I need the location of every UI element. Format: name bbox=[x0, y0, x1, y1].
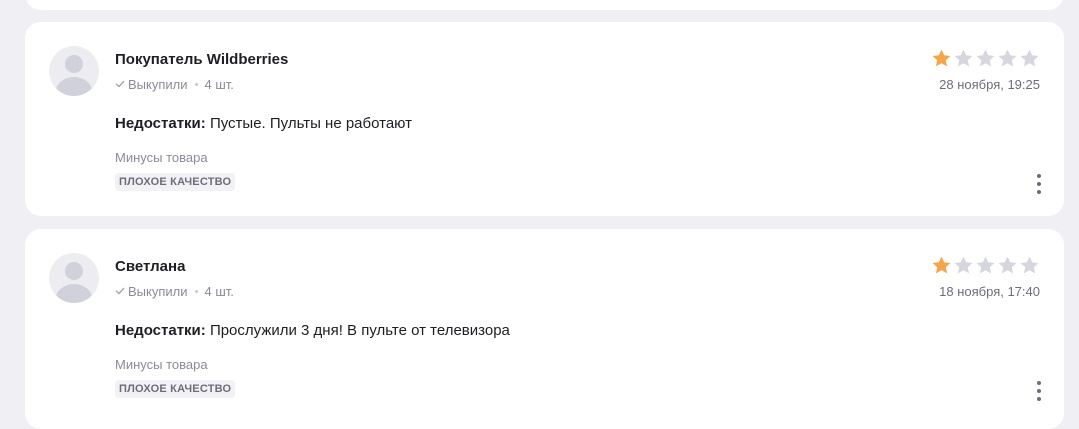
product-cons-label: Минусы товара bbox=[115, 150, 208, 165]
review-meta: Выкупили 4 шт. bbox=[115, 77, 234, 92]
purchased-label: Выкупили bbox=[128, 284, 188, 299]
star-empty-icon bbox=[998, 256, 1017, 274]
purchase-quantity: 4 шт. bbox=[204, 284, 234, 299]
more-dot bbox=[1037, 389, 1041, 393]
avatar-body-shape bbox=[56, 77, 92, 96]
review-author[interactable]: Покупатель Wildberries bbox=[115, 51, 288, 68]
more-dot bbox=[1037, 381, 1041, 385]
review-cons: Недостатки: Прослужили 3 дня! В пульте о… bbox=[115, 322, 510, 339]
more-vertical-icon[interactable] bbox=[1031, 172, 1047, 196]
star-empty-icon bbox=[998, 49, 1017, 67]
purchase-quantity: 4 шт. bbox=[204, 77, 234, 92]
star-empty-icon bbox=[1020, 256, 1039, 274]
avatar-head-shape bbox=[65, 55, 83, 73]
more-dot bbox=[1037, 182, 1041, 186]
separator-dot bbox=[194, 290, 198, 293]
avatar-body-shape bbox=[56, 284, 92, 303]
cons-text: Прослужили 3 дня! В пульте от телевизора bbox=[209, 322, 510, 339]
review-meta: Выкупили 4 шт. bbox=[115, 284, 234, 299]
star-filled-icon bbox=[932, 256, 951, 274]
star-empty-icon bbox=[976, 256, 995, 274]
cons-text: Пустые. Пульты не работают bbox=[209, 115, 412, 132]
more-vertical-icon[interactable] bbox=[1031, 379, 1047, 403]
more-dot bbox=[1037, 190, 1041, 194]
review-cons: Недостатки: Пустые. Пульты не работают bbox=[115, 115, 412, 132]
review-card: Покупатель Wildberries Выкупили 4 шт. 28… bbox=[25, 22, 1064, 216]
review-date: 28 ноября, 19:25 bbox=[939, 77, 1040, 92]
avatar-placeholder-icon[interactable] bbox=[49, 46, 99, 96]
star-empty-icon bbox=[954, 49, 973, 67]
purchased-label: Выкупили bbox=[128, 77, 188, 92]
avatar-head-shape bbox=[65, 262, 83, 280]
star-empty-icon bbox=[1020, 49, 1039, 67]
cons-tag: ПЛОХОЕ КАЧЕСТВО bbox=[115, 380, 236, 398]
review-date: 18 ноября, 17:40 bbox=[939, 284, 1040, 299]
star-filled-icon bbox=[932, 49, 951, 67]
cons-title: Недостатки: bbox=[115, 115, 206, 132]
product-cons-label: Минусы товара bbox=[115, 357, 208, 372]
cons-tag: ПЛОХОЕ КАЧЕСТВО bbox=[115, 173, 236, 191]
review-card: Светлана Выкупили 4 шт. 18 ноября, 17:40… bbox=[25, 229, 1064, 429]
more-dot bbox=[1037, 397, 1041, 401]
more-dot bbox=[1037, 174, 1041, 178]
star-empty-icon bbox=[976, 49, 995, 67]
check-icon bbox=[115, 287, 125, 294]
separator-dot bbox=[194, 83, 198, 86]
rating-stars bbox=[931, 255, 1040, 276]
review-author[interactable]: Светлана bbox=[115, 258, 185, 275]
cons-title: Недостатки: bbox=[115, 322, 206, 339]
avatar-placeholder-icon[interactable] bbox=[49, 253, 99, 303]
star-empty-icon bbox=[954, 256, 973, 274]
rating-stars bbox=[931, 48, 1040, 69]
check-icon bbox=[115, 80, 125, 87]
previous-review-card bbox=[25, 0, 1064, 10]
